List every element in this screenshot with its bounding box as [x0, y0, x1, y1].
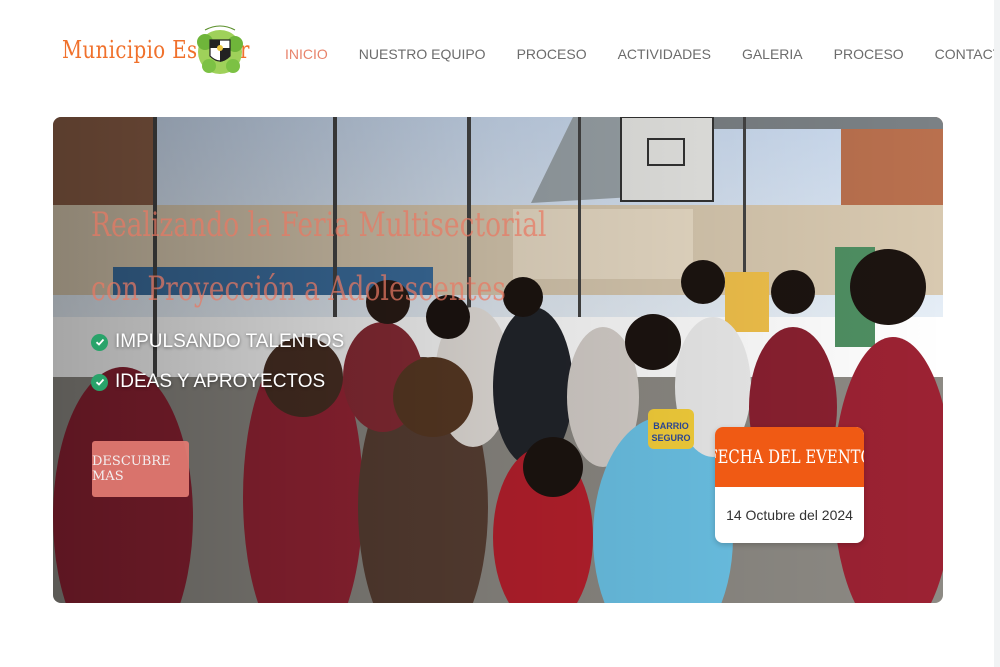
- hero-bullet-text: IMPULSANDO TALENTOS: [115, 331, 345, 352]
- window-scrollbar[interactable]: [994, 0, 1000, 667]
- nav-item-contactanos[interactable]: CONTACTANOS: [935, 46, 1000, 62]
- nav-item-nuestro-equipo[interactable]: NUESTRO EQUIPO: [359, 46, 486, 62]
- hero-bullet-text: IDEAS Y APROYECTOS: [115, 371, 326, 392]
- hero-title-line-1: Realizando la Feria Multisectorial: [91, 205, 547, 245]
- check-circle-icon: [91, 373, 108, 391]
- hero-bullet: IDEAS Y APROYECTOS: [91, 371, 325, 393]
- check-circle-icon: [91, 333, 108, 351]
- nav-item-proceso[interactable]: PROCESO: [517, 46, 587, 62]
- discover-more-button[interactable]: DESCUBRE MAS: [92, 441, 189, 497]
- nav-item-inicio[interactable]: INICIO: [285, 46, 328, 62]
- main-nav: INICIO NUESTRO EQUIPO PROCESO ACTIVIDADE…: [285, 46, 1000, 62]
- hero-title-line-2: con Proyección a Adolescentes: [91, 269, 506, 309]
- school-emblem-icon[interactable]: [195, 20, 245, 78]
- hero-bullet: IMPULSANDO TALENTOS: [91, 331, 344, 353]
- nav-item-proceso-2[interactable]: PROCESO: [834, 46, 904, 62]
- nav-item-galeria[interactable]: GALERIA: [742, 46, 803, 62]
- site-header: Municipio Escolar INICIO NUESTRO EQUIPO …: [0, 0, 1000, 108]
- event-date: 14 Octubre del 2024: [726, 507, 853, 523]
- event-heading: FECHA DEL EVENTO: [715, 427, 864, 487]
- hero-banner: BARRIO SEGURO Realizando la Feria Multis…: [53, 117, 943, 603]
- nav-item-actividades[interactable]: ACTIVIDADES: [618, 46, 711, 62]
- event-date-card: FECHA DEL EVENTO 14 Octubre del 2024: [715, 427, 864, 543]
